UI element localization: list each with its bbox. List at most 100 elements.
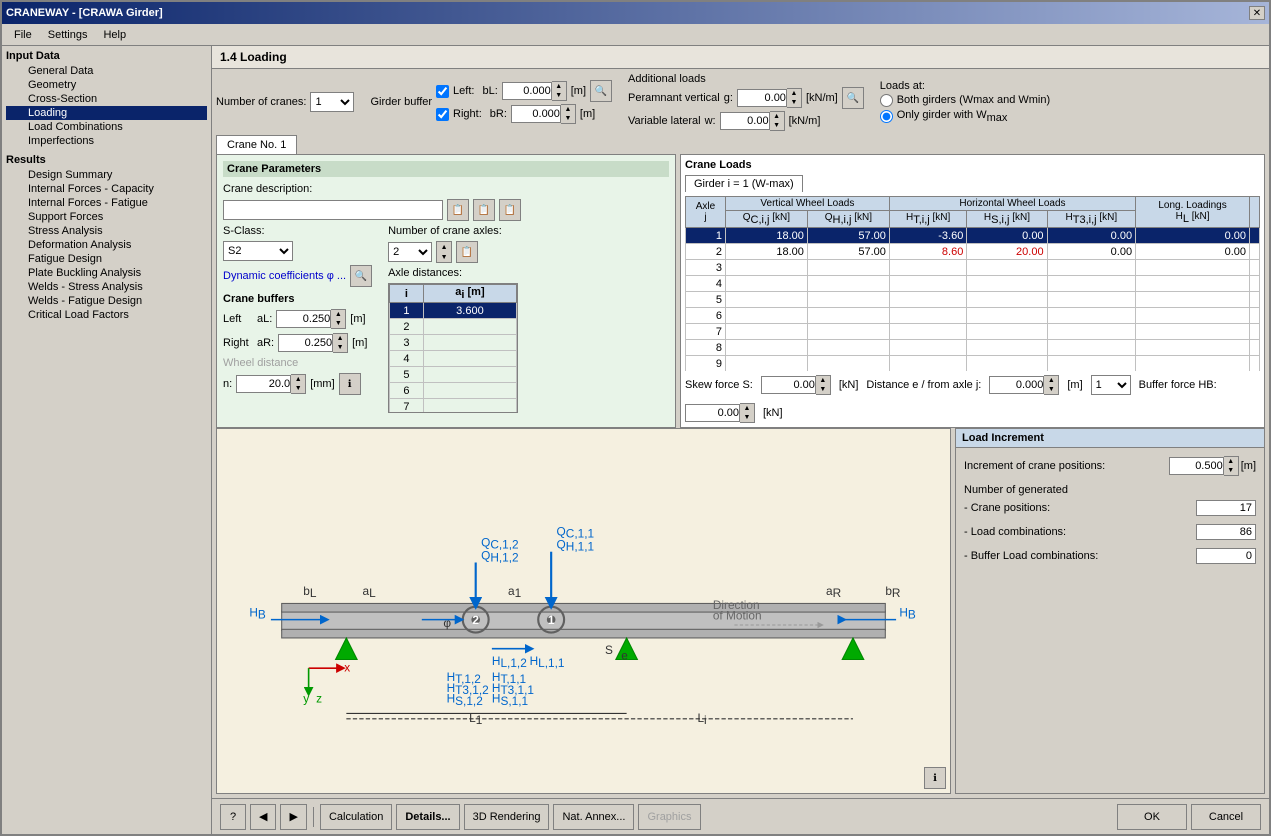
axle-row-3[interactable]: 3 — [390, 335, 517, 351]
dist-down[interactable]: ▼ — [1044, 385, 1058, 394]
increment-up[interactable]: ▲ — [1224, 457, 1238, 466]
sidebar-item-cross-section[interactable]: Cross-Section — [6, 92, 207, 106]
load-row-7[interactable]: 7 — [686, 324, 1260, 340]
axle-row-6[interactable]: 6 — [390, 383, 517, 399]
g-input[interactable] — [737, 89, 787, 107]
load-ht-1[interactable]: -3.60 — [889, 228, 966, 244]
n-info-btn[interactable]: ℹ — [339, 373, 361, 395]
load-row-4[interactable]: 4 — [686, 276, 1260, 292]
g-up[interactable]: ▲ — [787, 89, 801, 98]
g-down[interactable]: ▼ — [787, 98, 801, 107]
sidebar-item-load-combinations[interactable]: Load Combinations — [6, 120, 207, 134]
axle-row-7[interactable]: 7 — [390, 399, 517, 413]
dynamic-info-btn[interactable]: 🔍 — [350, 265, 372, 287]
axle-row-4[interactable]: 4 — [390, 351, 517, 367]
sidebar-item-welds-stress[interactable]: Welds - Stress Analysis — [6, 280, 207, 294]
axle-j-select[interactable]: 12 — [1091, 375, 1131, 395]
details-button[interactable]: Details... — [396, 804, 459, 830]
aR-up[interactable]: ▲ — [333, 334, 347, 343]
sidebar-item-loading[interactable]: Loading — [6, 106, 207, 120]
n-up[interactable]: ▲ — [291, 375, 305, 384]
bL-down[interactable]: ▼ — [552, 91, 566, 100]
load-row-8[interactable]: 8 — [686, 340, 1260, 356]
crane-tab-1[interactable]: Crane No. 1 — [216, 135, 297, 154]
load-ht3-2[interactable]: 0.00 — [1047, 244, 1136, 260]
buffer-input[interactable] — [685, 404, 740, 422]
n-down[interactable]: ▼ — [291, 384, 305, 393]
load-row-6[interactable]: 6 — [686, 308, 1260, 324]
aL-down[interactable]: ▼ — [331, 319, 345, 328]
skew-up[interactable]: ▲ — [816, 376, 830, 385]
bR-input[interactable] — [511, 105, 561, 123]
load-hl-1[interactable]: 0.00 — [1136, 228, 1250, 244]
close-button[interactable]: ✕ — [1249, 6, 1265, 20]
axle-row-1[interactable]: 1 3.600 — [390, 303, 517, 319]
menu-file[interactable]: File — [6, 27, 40, 43]
sidebar-item-support-forces[interactable]: Support Forces — [6, 210, 207, 224]
axles-info-btn[interactable]: 📋 — [456, 241, 478, 263]
aL-up[interactable]: ▲ — [331, 310, 345, 319]
sidebar-item-fatigue-design[interactable]: Fatigue Design — [6, 252, 207, 266]
w-up[interactable]: ▲ — [770, 112, 784, 121]
desc-btn1[interactable]: 📋 — [447, 199, 469, 221]
radio-only[interactable] — [880, 110, 893, 123]
dist-input[interactable] — [989, 376, 1044, 394]
bR-up[interactable]: ▲ — [561, 105, 575, 114]
aR-input[interactable] — [278, 334, 333, 352]
increment-down[interactable]: ▼ — [1224, 466, 1238, 475]
load-hs-2[interactable]: 20.00 — [967, 244, 1047, 260]
sidebar-item-welds-fatigue[interactable]: Welds - Fatigue Design — [6, 294, 207, 308]
desc-btn3[interactable]: 📋 — [499, 199, 521, 221]
graphics-button[interactable]: Graphics — [638, 804, 700, 830]
load-ht3-1[interactable]: 0.00 — [1047, 228, 1136, 244]
load-hs-1[interactable]: 0.00 — [967, 228, 1047, 244]
sidebar-item-geometry[interactable]: Geometry — [6, 78, 207, 92]
sidebar-item-plate-buckling[interactable]: Plate Buckling Analysis — [6, 266, 207, 280]
sidebar-item-imperfections[interactable]: Imperfections — [6, 134, 207, 148]
buffer-up[interactable]: ▲ — [740, 404, 754, 413]
diagram-info-btn[interactable]: ℹ — [924, 767, 946, 789]
sclass-select[interactable]: S2S1S3 — [223, 241, 293, 261]
sidebar-item-critical-load[interactable]: Critical Load Factors — [6, 308, 207, 322]
help-icon-btn[interactable]: ? — [220, 804, 246, 830]
dist-up[interactable]: ▲ — [1044, 376, 1058, 385]
load-qc-2[interactable]: 18.00 — [725, 244, 807, 260]
cancel-button[interactable]: Cancel — [1191, 804, 1261, 830]
skew-input[interactable] — [761, 376, 816, 394]
buffer-down[interactable]: ▼ — [740, 413, 754, 422]
sidebar-item-deformation-analysis[interactable]: Deformation Analysis — [6, 238, 207, 252]
increment-input[interactable] — [1169, 457, 1224, 475]
skew-down[interactable]: ▼ — [816, 385, 830, 394]
sidebar-item-internal-forces-capacity[interactable]: Internal Forces - Capacity — [6, 182, 207, 196]
n-input[interactable] — [236, 375, 291, 393]
load-qh-1[interactable]: 57.00 — [807, 228, 889, 244]
w-input[interactable] — [720, 112, 770, 130]
bL-info-btn[interactable]: 🔍 — [590, 80, 612, 102]
radio-both[interactable] — [880, 94, 893, 107]
sidebar-item-general-data[interactable]: General Data — [6, 64, 207, 78]
axles-down[interactable]: ▼ — [437, 252, 451, 262]
axle-row-5[interactable]: 5 — [390, 367, 517, 383]
axle-row-2[interactable]: 2 — [390, 319, 517, 335]
load-row-3[interactable]: 3 — [686, 260, 1260, 276]
sidebar-item-internal-forces-fatigue[interactable]: Internal Forces - Fatigue — [6, 196, 207, 210]
num-axles-select[interactable]: 2134 — [388, 242, 432, 262]
axle-val-1[interactable]: 3.600 — [423, 303, 516, 319]
load-row-1[interactable]: 1 18.00 57.00 -3.60 0.00 0.00 0.00 — [686, 228, 1260, 244]
calculation-button[interactable]: Calculation — [320, 804, 392, 830]
bL-up[interactable]: ▲ — [552, 82, 566, 91]
load-row-2[interactable]: 2 18.00 57.00 8.60 20.00 0.00 0.00 — [686, 244, 1260, 260]
aR-down[interactable]: ▼ — [333, 343, 347, 352]
next-btn[interactable]: ▶ — [280, 804, 306, 830]
prev-btn[interactable]: ◀ — [250, 804, 276, 830]
annex-button[interactable]: Nat. Annex... — [553, 804, 634, 830]
sidebar-item-stress-analysis[interactable]: Stress Analysis — [6, 224, 207, 238]
load-qh-2[interactable]: 57.00 — [807, 244, 889, 260]
menu-help[interactable]: Help — [95, 27, 134, 43]
crane-description-input[interactable] — [223, 200, 443, 220]
bL-input[interactable] — [502, 82, 552, 100]
g-info-btn[interactable]: 🔍 — [842, 87, 864, 109]
bR-down[interactable]: ▼ — [561, 114, 575, 123]
load-row-5[interactable]: 5 — [686, 292, 1260, 308]
load-hl-2[interactable]: 0.00 — [1136, 244, 1250, 260]
